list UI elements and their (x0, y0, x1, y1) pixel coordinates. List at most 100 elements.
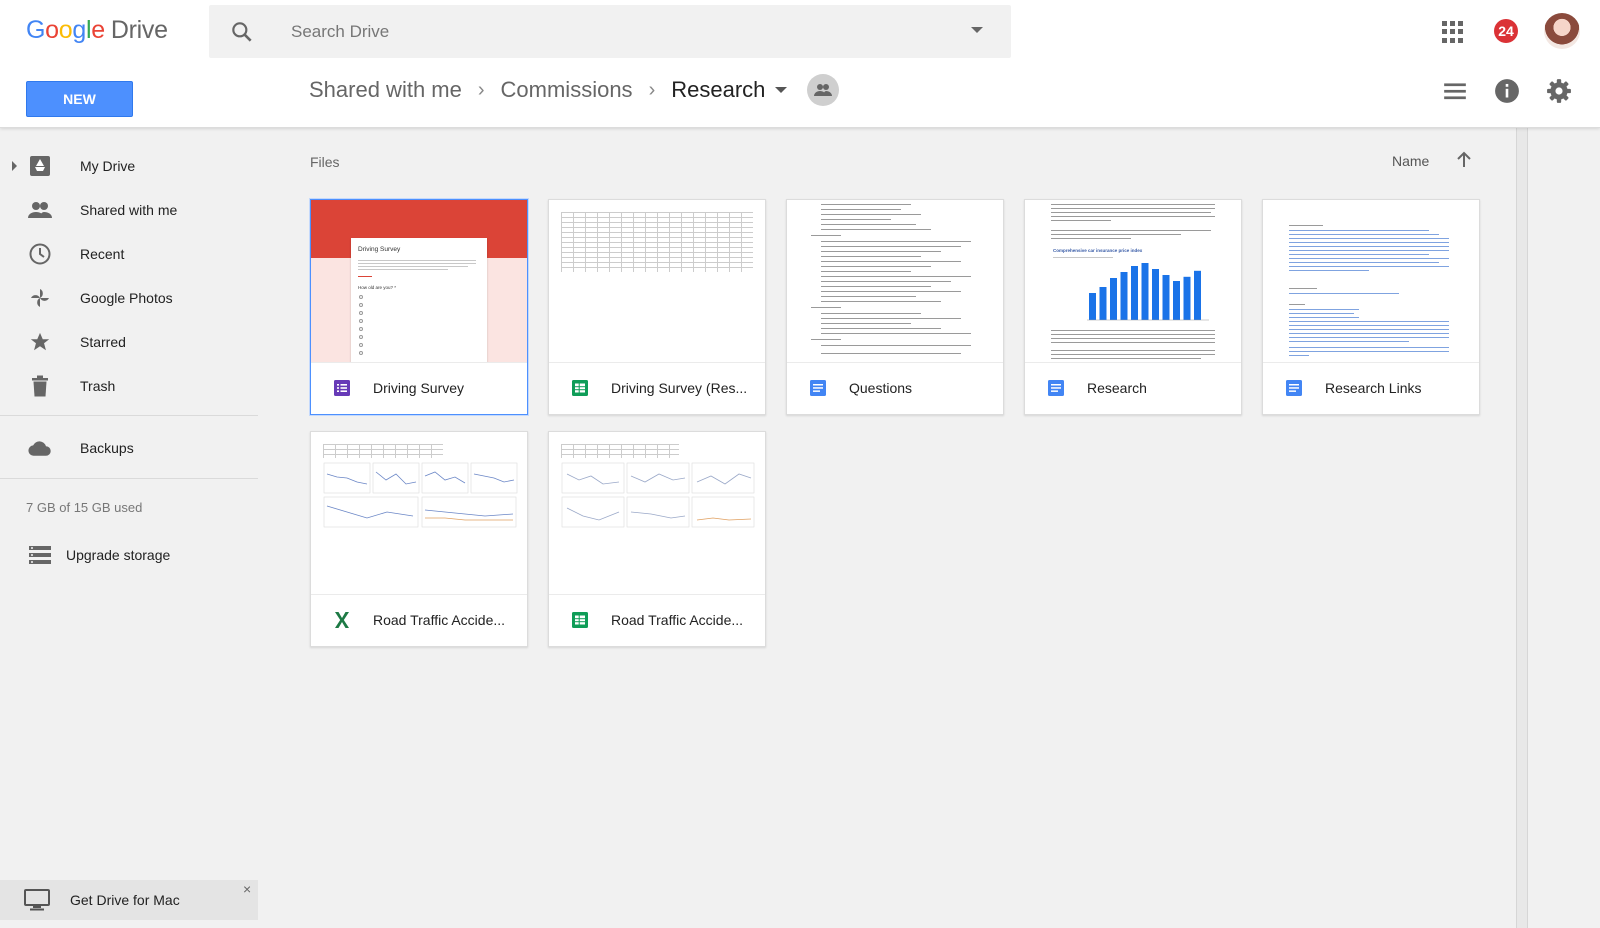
file-area: Files Name Driving Survey How old are yo… (258, 128, 1516, 928)
sheets-icon (572, 612, 588, 628)
file-name: Driving Survey (Res... (611, 380, 748, 396)
breadcrumb-current-folder[interactable]: Research (671, 77, 765, 103)
research-chart-title: Comprehensive car insurance price index (1053, 248, 1143, 253)
sidebar-item-starred[interactable]: Starred (0, 320, 258, 364)
file-thumbnail (549, 432, 765, 594)
folder-menu-caret-icon[interactable] (775, 87, 788, 93)
pinwheel-icon (28, 286, 52, 310)
files-section-label: Files (310, 154, 340, 170)
file-card-footer: Driving Survey (Res... (549, 362, 765, 414)
file-thumbnail: Driving Survey How old are you? * (311, 200, 527, 362)
file-thumbnail: Comprehensive car insurance price index (1025, 200, 1241, 362)
sidebar-item-label: Recent (80, 246, 125, 262)
research-chart-bar (1120, 272, 1128, 320)
sidebar-item-recent[interactable]: Recent (0, 232, 258, 276)
star-icon (28, 330, 52, 354)
sidebar-item-shared-with-me[interactable]: Shared with me (0, 188, 258, 232)
file-card-driving-survey-responses[interactable]: Driving Survey (Res... (548, 199, 766, 415)
file-name: Driving Survey (373, 380, 465, 396)
file-card-driving-survey[interactable]: Driving Survey How old are you? * Drivin… (310, 199, 528, 415)
file-card-questions[interactable]: Questions (786, 199, 1004, 415)
sidebar-item-label: Starred (80, 334, 126, 350)
file-card-research[interactable]: Comprehensive car insurance price index … (1024, 199, 1242, 415)
sidebar-divider (0, 415, 258, 416)
research-chart-bar (1152, 269, 1159, 320)
search-icon[interactable] (229, 19, 255, 45)
docs-icon (810, 380, 826, 396)
research-chart-bar (1099, 287, 1107, 320)
get-drive-label: Get Drive for Mac (70, 892, 180, 908)
research-chart-bar (1089, 293, 1096, 320)
file-card-research-links[interactable]: Research Links (1262, 199, 1480, 415)
my-drive-icon (28, 154, 52, 178)
close-icon[interactable]: × (243, 881, 251, 897)
expand-arrow-icon[interactable] (12, 161, 17, 171)
breadcrumb-item-shared-with-me[interactable]: Shared with me (309, 77, 462, 103)
apps-grid-icon[interactable] (1442, 21, 1464, 43)
sheets-icon (572, 380, 588, 396)
avatar[interactable] (1544, 13, 1580, 49)
docs-icon (1048, 380, 1064, 396)
notifications-badge[interactable]: 24 (1494, 19, 1518, 43)
file-name: Road Traffic Accide... (611, 612, 744, 628)
docs-icon (1286, 380, 1302, 396)
sidebar-item-label: Google Photos (80, 290, 173, 306)
breadcrumb-separator-icon: › (477, 78, 485, 101)
logo-letter: e (91, 16, 105, 44)
sidebar-item-google-photos[interactable]: Google Photos (0, 276, 258, 320)
research-chart-bar (1194, 270, 1201, 320)
file-card-road-traffic-accidents-xlsx[interactable]: Road Traffic Accide... (310, 431, 528, 647)
sort-by-name-button[interactable]: Name (1392, 153, 1429, 169)
storage-icon (28, 543, 52, 567)
research-chart-bar (1110, 278, 1117, 320)
form-preview-title: Driving Survey (358, 246, 401, 253)
file-thumbnail (787, 200, 1003, 362)
get-drive-banner[interactable]: Get Drive for Mac × (0, 880, 258, 920)
file-card-footer: Questions (787, 362, 1003, 414)
sidebar-item-backups[interactable]: Backups (0, 426, 258, 470)
list-view-icon[interactable] (1442, 78, 1468, 104)
file-thumbnail (311, 432, 527, 594)
file-thumbnail (1263, 200, 1479, 362)
file-thumbnail (549, 200, 765, 362)
search-options-dropdown-icon[interactable] (971, 27, 983, 33)
research-chart-bar (1162, 275, 1170, 320)
logo-letter: g (72, 16, 86, 44)
search-input[interactable] (291, 17, 931, 47)
shared-folder-icon[interactable] (807, 74, 840, 106)
trash-icon (28, 374, 52, 398)
info-icon[interactable] (1494, 78, 1520, 104)
file-card-footer: Road Traffic Accide... (311, 594, 527, 646)
logo-letter: o (58, 16, 73, 44)
sidebar-item-label: Trash (80, 378, 116, 394)
desktop-computer-icon (24, 889, 50, 911)
sidebar-item-my-drive[interactable]: My Drive (0, 144, 258, 188)
sidebar-item-trash[interactable]: Trash (0, 364, 258, 408)
breadcrumb-separator-icon: › (648, 78, 656, 101)
file-name: Questions (849, 380, 913, 396)
breadcrumb: Shared with me › Commissions › Research (309, 74, 840, 106)
upgrade-storage-link[interactable]: Upgrade storage (0, 533, 258, 577)
file-name: Road Traffic Accide... (373, 612, 506, 628)
new-button[interactable]: NEW (26, 81, 133, 117)
forms-icon (334, 380, 350, 396)
settings-gear-icon[interactable] (1546, 78, 1572, 104)
people-icon (28, 198, 52, 222)
sidebar: My Drive Shared with me Recent Google Ph… (0, 128, 258, 928)
file-card-road-traffic-accidents-sheet[interactable]: Road Traffic Accide... (548, 431, 766, 647)
top-bar: GoogleDrive 24 NEW Shared with me › Comm… (0, 0, 1600, 128)
chart-thumbnail-preview (323, 462, 518, 528)
form-preview-question: How old are you? * (358, 285, 397, 290)
sort-ascending-arrow-icon[interactable] (1454, 150, 1474, 170)
clock-icon (28, 242, 52, 266)
research-chart-bar (1183, 276, 1191, 320)
cloud-icon (28, 436, 52, 460)
storage-usage-text: 7 GB of 15 GB used (26, 500, 143, 515)
sidebar-item-label: Backups (80, 440, 134, 456)
logo-product: Drive (110, 16, 168, 44)
vertical-scrollbar[interactable] (1516, 128, 1528, 928)
breadcrumb-item-commissions[interactable]: Commissions (501, 77, 633, 103)
file-card-footer: Driving Survey (311, 362, 527, 414)
google-drive-logo[interactable]: Google Drive (26, 16, 168, 45)
upgrade-storage-label: Upgrade storage (66, 547, 171, 563)
